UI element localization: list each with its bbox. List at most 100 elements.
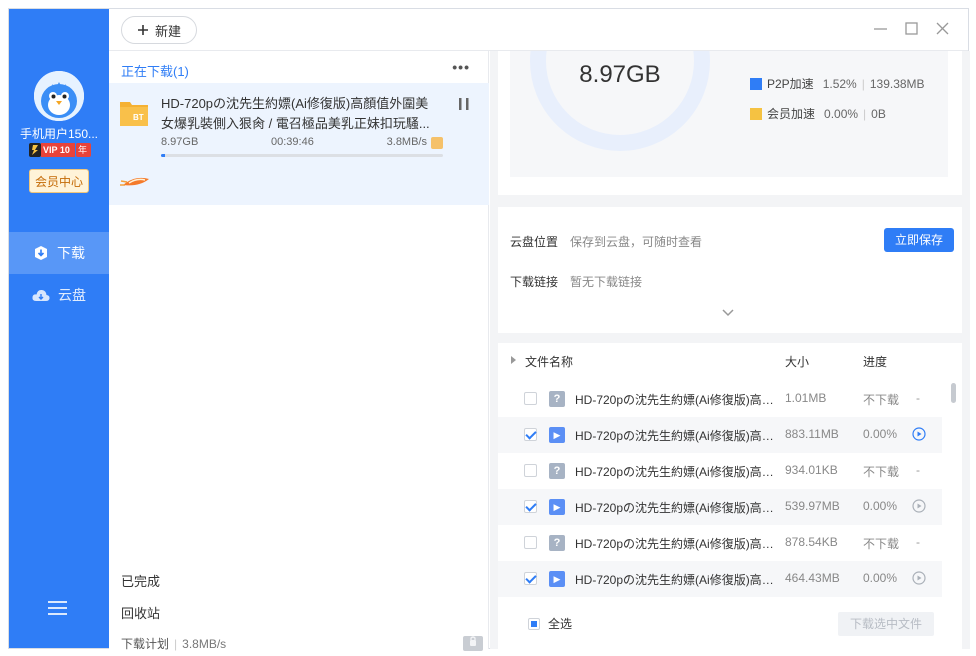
file-progress: 不下载 (863, 393, 900, 407)
vip-year-text: 年 (78, 145, 88, 155)
task-speed: 3.8MB/s (386, 136, 427, 148)
toolbar: 新建 (109, 9, 968, 51)
more-icon[interactable]: ••• (452, 59, 470, 75)
lock-icon[interactable] (463, 633, 483, 651)
download-selected-button[interactable]: 下载选中文件 (838, 612, 934, 636)
legend-p2p-name: P2P加速 (767, 77, 814, 91)
file-checkbox[interactable] (524, 536, 537, 549)
legend-vip-swatch (750, 107, 762, 120)
new-task-label: 新建 (154, 23, 181, 39)
task-title: HD-720pの沈先生約嫖(Ai修復版)高顏值外圍美女爆乳裝側入狠肏 / 電召極… (161, 96, 430, 131)
chevron-down-icon[interactable] (722, 305, 734, 317)
file-size: 883.11MB (785, 427, 839, 441)
new-task-button[interactable]: 新建 (121, 16, 197, 44)
file-checkbox[interactable] (524, 572, 537, 585)
cloud-location-label: 云盘位置 (510, 235, 559, 249)
file-name: HD-720pの沈先生約嫖(Ai修復版)高顏值外圍美女爆乳裝側入狠肏 (575, 573, 777, 587)
bird-avatar-icon (34, 71, 84, 121)
file-row[interactable]: ? HD-720pの沈先生約嫖(Ai修復版)高顏值外圍美女爆乳裝側入狠肏 878.5… (498, 525, 942, 561)
maximize-icon[interactable] (904, 21, 919, 36)
plus-icon (137, 25, 148, 35)
no-action-dash: - (916, 391, 920, 405)
file-row[interactable]: ? HD-720pの沈先生約嫖(Ai修復版)高顏值外圍美女爆乳裝側入狠肏 1.01M… (498, 381, 942, 417)
acceleration-rocket-icon (119, 173, 153, 189)
video-file-icon: ▶ (549, 499, 565, 515)
plan-speed: 3.8MB/s (182, 637, 227, 651)
file-checkbox[interactable] (524, 392, 537, 405)
video-file-icon: ▶ (549, 427, 565, 443)
completed-item[interactable]: 已完成 (121, 571, 160, 590)
file-row[interactable]: ? HD-720pの沈先生約嫖(Ai修復版)高顏值外圍美女爆乳裝側入狠肏 934.0… (498, 453, 942, 489)
vip-level-text: VIP 10 (43, 145, 70, 155)
scrollbar[interactable] (951, 383, 956, 403)
minimize-icon[interactable] (873, 21, 888, 36)
user-name[interactable]: 手机用户150... (9, 125, 109, 142)
play-circle-icon[interactable] (912, 427, 926, 441)
file-checkbox[interactable] (524, 428, 537, 441)
file-row[interactable]: ▶ HD-720pの沈先生約嫖(Ai修復版)高顏值外圍美女爆乳裝側入狠肏 883.1… (498, 417, 942, 453)
file-progress: 0.00% (863, 427, 898, 441)
legend-vip-amount: 0B (871, 106, 886, 121)
video-file-icon: ▶ (549, 571, 565, 587)
legend-p2p-percent: 1.52% (822, 76, 857, 91)
vip-speed-icon (431, 137, 443, 149)
file-checkbox[interactable] (524, 500, 537, 513)
cloud-card: 云盘位置 保存到云盘，可随时查看 立即保存 下载链接 暂无下载链接 (498, 207, 962, 333)
download-link-label: 下载链接 (510, 275, 559, 289)
file-list-card: 文件名称 大小 进度 ? HD-720pの沈先生約嫖(Ai修復版)高顏值外圍美女爆… (498, 343, 962, 649)
legend-p2p-swatch (750, 77, 762, 90)
download-link-value: 暂无下载链接 (570, 275, 643, 289)
header-progress: 进度 (863, 355, 888, 369)
sidebar: 手机用户150... VIP 10 年 会员中心 下载 云盘 (9, 9, 109, 648)
total-size: 8.97GB (579, 61, 661, 88)
cloud-location-value: 保存到云盘，可随时查看 (570, 235, 703, 249)
file-name: HD-720pの沈先生約嫖(Ai修復版)高顏值外圍美女爆乳裝側入狠肏 (575, 429, 777, 443)
download-plan[interactable]: 下载计划 | 3.8MB/s (121, 635, 226, 652)
file-progress: 不下载 (863, 465, 900, 479)
speed-stats-card: 8.97GB P2P加速 1.52% | 139.38MB 会员加速 0.00%… (498, 51, 962, 195)
download-shield-icon (35, 246, 47, 260)
download-task[interactable]: BT HD-720pの沈先生約嫖(Ai修復版)高顏值外圍美女爆乳裝側入狠肏 / … (109, 83, 489, 205)
select-all[interactable]: 全选 (528, 615, 572, 632)
file-progress: 0.00% (863, 571, 898, 585)
task-progress-bar (161, 154, 443, 157)
bt-folder-icon: BT (119, 97, 149, 127)
nav-cloud[interactable]: 云盘 (9, 274, 109, 316)
file-row[interactable]: ▶ HD-720pの沈先生約嫖(Ai修復版)高顏值外圍美女爆乳裝側入狠肏 464.4… (498, 561, 942, 597)
pause-icon[interactable] (458, 97, 470, 111)
unknown-file-icon: ? (549, 535, 565, 551)
play-circle-icon[interactable] (912, 499, 926, 513)
task-size: 8.97GB (161, 136, 199, 148)
nav-download-label: 下载 (57, 245, 85, 261)
file-list-header: 文件名称 大小 进度 (498, 343, 962, 379)
nav-cloud-label: 云盘 (58, 287, 86, 303)
menu-icon[interactable] (48, 601, 67, 615)
expand-triangle-icon[interactable] (511, 356, 516, 364)
play-circle-icon[interactable] (912, 571, 926, 585)
avatar[interactable] (34, 71, 84, 121)
downloading-section-title[interactable]: 正在下载(1) (121, 61, 189, 80)
task-detail-panel: 8.97GB P2P加速 1.52% | 139.38MB 会员加速 0.00%… (490, 51, 970, 649)
select-all-checkbox[interactable] (528, 617, 540, 630)
unknown-file-icon: ? (549, 391, 565, 407)
member-center-button[interactable]: 会员中心 (29, 169, 89, 193)
file-size: 464.43MB (785, 571, 840, 585)
header-file-name: 文件名称 (525, 355, 574, 369)
close-icon[interactable] (935, 21, 950, 36)
nav-download[interactable]: 下载 (9, 232, 109, 274)
header-size: 大小 (785, 355, 810, 369)
task-time: 00:39:46 (271, 136, 314, 148)
task-progress-fill (161, 154, 166, 157)
save-now-button[interactable]: 立即保存 (884, 228, 954, 252)
no-action-dash: - (916, 535, 920, 549)
file-checkbox[interactable] (524, 464, 537, 477)
download-list-panel: 正在下载(1) ••• BT HD-720pの沈先生約嫖(Ai修復版)高顏值外圍… (109, 51, 489, 652)
file-progress: 0.00% (863, 499, 898, 513)
speed-stats-area: 8.97GB P2P加速 1.52% | 139.38MB 会员加速 0.00%… (510, 51, 948, 177)
file-size: 878.54KB (785, 535, 838, 549)
legend-p2p-amount: 139.38MB (869, 76, 925, 91)
vip-badge[interactable]: VIP 10 年 (29, 143, 91, 157)
file-row[interactable]: ▶ HD-720pの沈先生約嫖(Ai修復版)高顏值外圍美女爆乳裝側入狠肏 539.9… (498, 489, 942, 525)
legend-p2p: P2P加速 1.52% | 139.38MB (750, 75, 925, 92)
recycle-bin-item[interactable]: 回收站 (121, 603, 160, 622)
